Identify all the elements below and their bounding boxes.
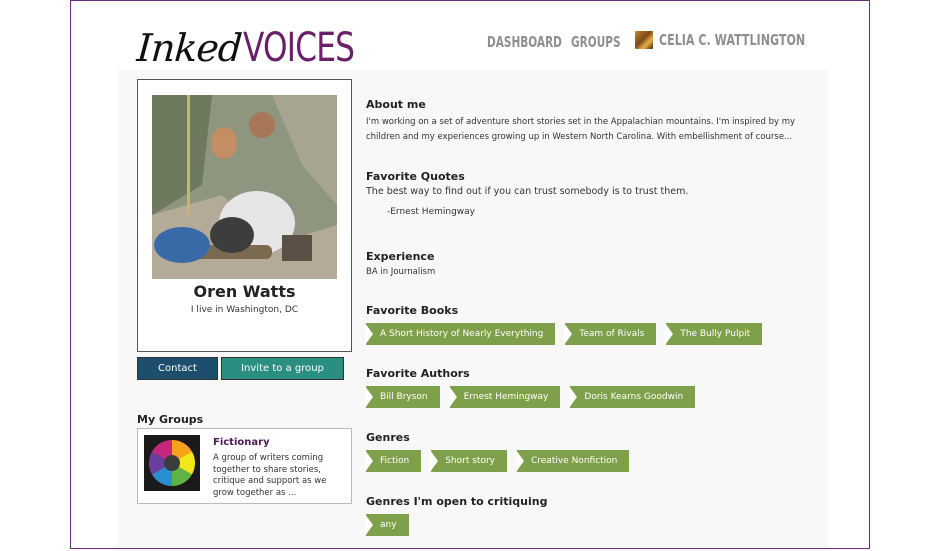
author-tag[interactable]: Bill Bryson <box>365 386 440 408</box>
quote-attribution: -Ernest Hemingway <box>387 207 475 217</box>
group-description: A group of writers coming together to sh… <box>213 453 327 498</box>
profile-card: Oren Watts I live in Washington, DC <box>137 79 352 352</box>
my-groups-heading: My Groups <box>137 413 204 426</box>
group-thumbnail <box>144 435 200 491</box>
contact-button[interactable]: Contact <box>137 357 218 380</box>
genre-tag[interactable]: Fiction <box>364 450 422 472</box>
critiquing-heading: Genres I'm open to critiquing <box>366 495 548 508</box>
favorite-books-heading: Favorite Books <box>366 304 459 317</box>
genre-tag[interactable]: Creative Nonfiction <box>515 450 630 472</box>
favorite-authors-tags: Bill Bryson Ernest Hemingway Doris Kearn… <box>365 386 705 408</box>
color-wheel-icon <box>149 440 195 486</box>
book-tag[interactable]: A Short History of Nearly Everything <box>364 323 556 345</box>
nav-dashboard-link[interactable]: DASHBOARD <box>487 33 562 51</box>
quote-text: The best way to find out if you can trus… <box>366 186 689 197</box>
nav-user-menu[interactable]: CELIA C. WATTLINGTON <box>635 31 857 49</box>
profile-location: I live in Washington, DC <box>190 305 299 315</box>
invite-to-group-button[interactable]: Invite to a group <box>221 357 344 380</box>
about-heading: About me <box>366 98 426 111</box>
profile-photo-image <box>152 95 337 279</box>
book-tag[interactable]: The Bully Pulpit <box>665 323 763 345</box>
experience-heading: Experience <box>366 250 435 263</box>
nav-groups-link[interactable]: GROUPS <box>571 33 621 51</box>
site-logo[interactable]: Inked VOICES <box>135 18 386 71</box>
book-tag[interactable]: Team of Rivals <box>564 323 657 345</box>
critique-genre-tag[interactable]: any <box>365 514 409 536</box>
critiquing-tags: any <box>365 514 419 536</box>
profile-name: Oren Watts <box>193 282 296 301</box>
author-tag[interactable]: Doris Kearns Goodwin <box>569 386 696 408</box>
genre-tag[interactable]: Short story <box>430 450 507 472</box>
profile-photo <box>152 95 337 279</box>
favorite-authors-heading: Favorite Authors <box>366 367 470 380</box>
genres-heading: Genres <box>366 431 410 444</box>
group-title-link[interactable]: Fictionary <box>213 437 270 448</box>
experience-text: BA in Journalism <box>366 267 436 277</box>
author-tag[interactable]: Ernest Hemingway <box>448 386 561 408</box>
genres-tags: Fiction Short story Creative Nonfiction <box>364 450 639 472</box>
user-name: CELIA C. WATTLINGTON <box>659 31 806 49</box>
user-avatar <box>635 31 653 49</box>
favorite-books-tags: A Short History of Nearly Everything Tea… <box>364 323 772 345</box>
logo-voices-text: VOICES <box>243 25 355 71</box>
quotes-heading: Favorite Quotes <box>366 170 465 183</box>
about-text: I'm working on a set of adventure short … <box>366 117 796 142</box>
logo-inked-text: Inked <box>135 26 243 70</box>
group-card[interactable]: Fictionary A group of writers coming tog… <box>137 428 352 504</box>
